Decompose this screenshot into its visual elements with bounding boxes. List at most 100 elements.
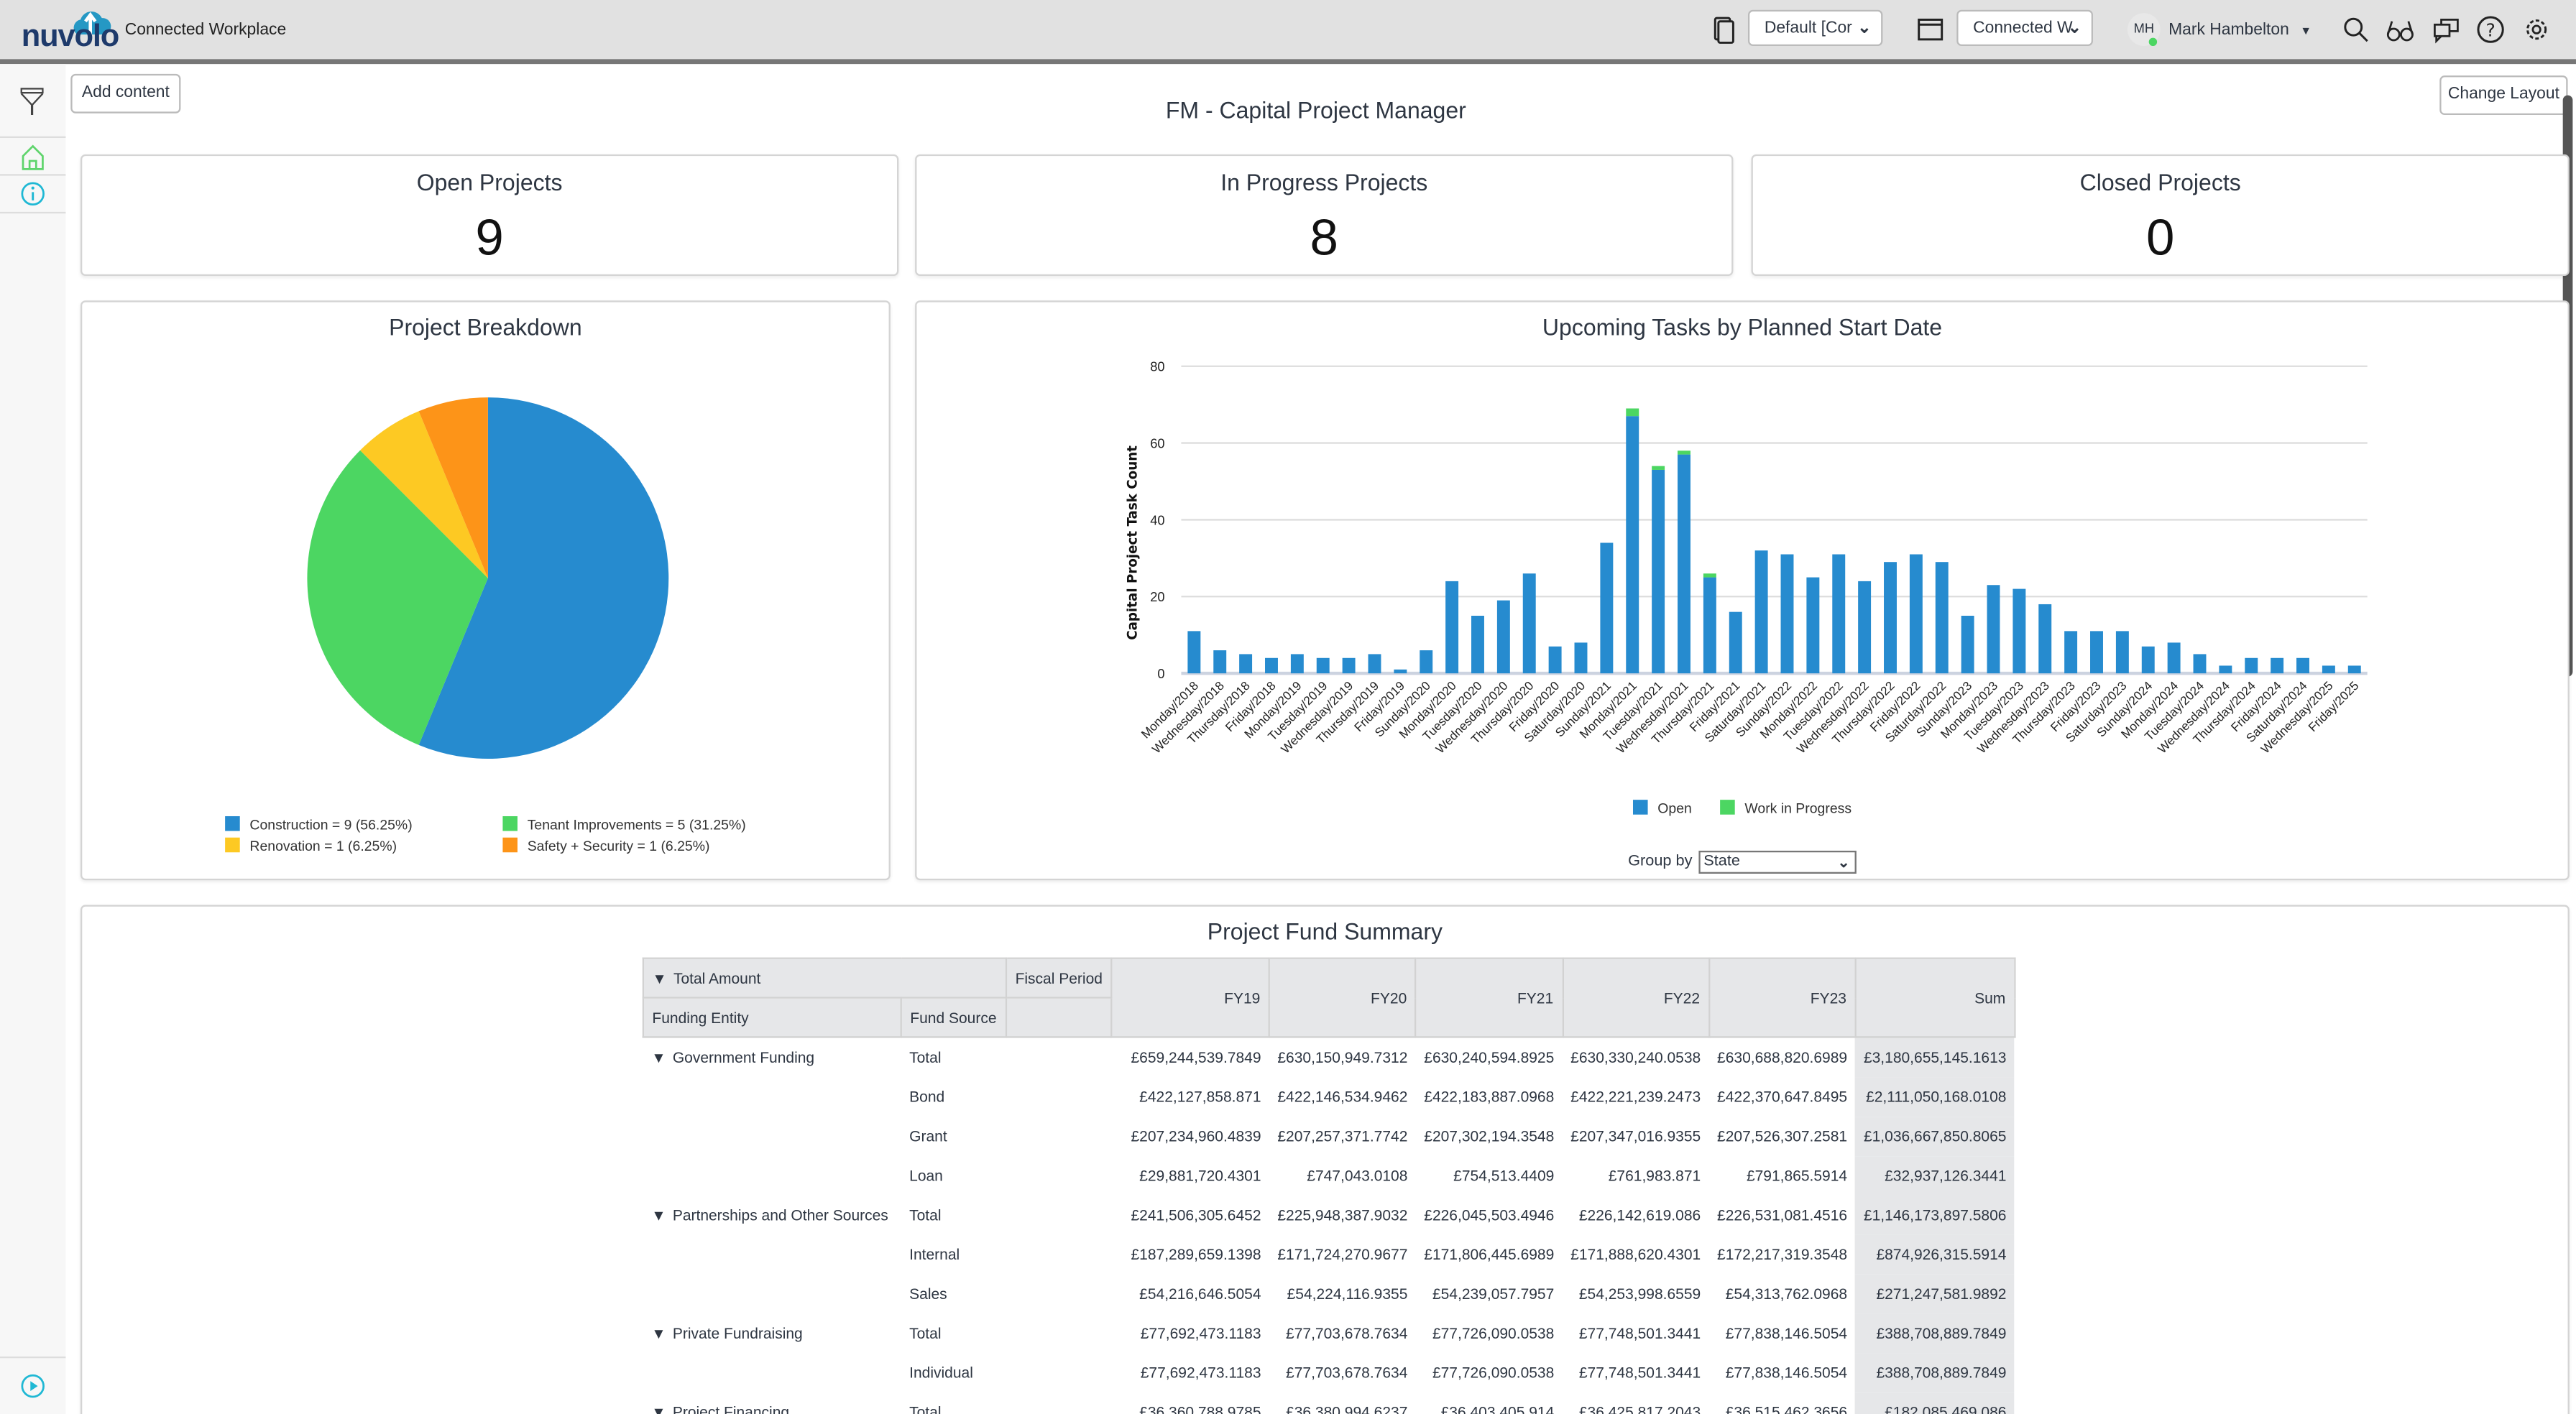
- bar-open[interactable]: [1368, 654, 1381, 674]
- column-header[interactable]: FY19: [1110, 957, 1271, 1038]
- bar-open[interactable]: [1187, 631, 1201, 674]
- collapse-triangle-icon[interactable]: ▼: [651, 1206, 666, 1223]
- funding-entity-cell[interactable]: ▼ Private Fundraising: [643, 1313, 901, 1352]
- funding-entity-cell[interactable]: [643, 1155, 901, 1195]
- bar-open[interactable]: [2193, 654, 2207, 674]
- bar-open[interactable]: [1574, 642, 1588, 674]
- bar-open[interactable]: [1806, 577, 1820, 674]
- bar-open[interactable]: [1600, 542, 1614, 674]
- bar-open[interactable]: [1316, 657, 1330, 674]
- kpi-in-progress-projects[interactable]: In Progress Projects 8: [915, 154, 1734, 276]
- row-dimension-header[interactable]: Fund Source: [900, 997, 1008, 1038]
- domain-select[interactable]: Default [Cor ⌄: [1747, 9, 1883, 46]
- document-stack-icon[interactable]: [1708, 15, 1738, 45]
- bar-open[interactable]: [1678, 454, 1690, 674]
- row-dimension-header[interactable]: Funding Entity: [642, 997, 902, 1038]
- funding-entity-cell[interactable]: [643, 1352, 901, 1392]
- column-dimension-header[interactable]: Fiscal Period: [1005, 957, 1113, 999]
- bar-open[interactable]: [1522, 573, 1536, 674]
- bar-open[interactable]: [1987, 585, 2000, 674]
- bar-open[interactable]: [1626, 416, 1639, 674]
- funding-entity-cell[interactable]: [643, 1274, 901, 1313]
- collapse-triangle-icon[interactable]: ▼: [651, 1049, 666, 1066]
- column-header[interactable]: FY21: [1414, 957, 1563, 1038]
- bar-open[interactable]: [1858, 581, 1872, 674]
- bar-open[interactable]: [1420, 650, 1433, 674]
- change-layout-button[interactable]: Change Layout: [2439, 75, 2568, 115]
- legend-item-open[interactable]: Open: [1632, 800, 1692, 816]
- bar-open[interactable]: [1471, 615, 1484, 674]
- funding-entity-cell[interactable]: [643, 1116, 901, 1155]
- column-header[interactable]: Sum: [1854, 957, 2016, 1038]
- bar-open[interactable]: [2347, 665, 2361, 674]
- bar-open[interactable]: [2090, 631, 2103, 674]
- bar-open[interactable]: [2115, 631, 2129, 674]
- bar-work-in-progress[interactable]: [1652, 466, 1665, 470]
- gear-icon[interactable]: [2522, 15, 2552, 45]
- bar-open[interactable]: [2064, 631, 2078, 674]
- window-icon[interactable]: [1915, 15, 1945, 45]
- legend-item-renovation[interactable]: Renovation = 1 (6.25%): [225, 837, 397, 854]
- collapse-triangle-icon[interactable]: ▼: [651, 1324, 666, 1341]
- bar-open[interactable]: [2322, 665, 2335, 674]
- column-header[interactable]: FY22: [1561, 957, 1710, 1038]
- bar-open[interactable]: [2296, 657, 2309, 674]
- bar-open[interactable]: [1832, 554, 1846, 674]
- bar-open[interactable]: [1961, 615, 1974, 674]
- bar-open[interactable]: [2141, 646, 2155, 674]
- bar-open[interactable]: [2038, 604, 2052, 674]
- bar-open[interactable]: [1909, 554, 1923, 674]
- bar-open[interactable]: [1754, 550, 1768, 674]
- user-menu[interactable]: Mark Hambelton ▼: [2168, 22, 2312, 40]
- measure-header[interactable]: ▼ Total Amount: [642, 957, 1008, 999]
- bar-open[interactable]: [2167, 642, 2181, 674]
- column-header[interactable]: FY20: [1268, 957, 1417, 1038]
- legend-item-tenant-improvements[interactable]: Tenant Improvements = 5 (31.25%): [502, 815, 746, 833]
- bar-open[interactable]: [1548, 646, 1562, 674]
- application-select[interactable]: Connected W ⌄: [1956, 9, 2093, 46]
- legend-item-safety-security[interactable]: Safety + Security = 1 (6.25%): [502, 837, 709, 854]
- bar-open[interactable]: [1703, 577, 1716, 674]
- glasses-icon[interactable]: [2386, 15, 2415, 45]
- funding-entity-cell[interactable]: ▼ Partnerships and Other Sources: [643, 1195, 901, 1234]
- bar-work-in-progress[interactable]: [1703, 573, 1716, 578]
- funding-entity-cell[interactable]: ▼ Government Funding: [643, 1037, 901, 1076]
- bar-open[interactable]: [1342, 657, 1356, 674]
- chat-icon[interactable]: [2432, 15, 2461, 45]
- column-header[interactable]: FY23: [1708, 957, 1857, 1038]
- logo[interactable]: nuvolo: [22, 19, 120, 55]
- bar-open[interactable]: [1445, 581, 1459, 674]
- play-icon[interactable]: [19, 1373, 46, 1400]
- bar-work-in-progress[interactable]: [1678, 450, 1690, 455]
- search-icon[interactable]: [2341, 15, 2370, 45]
- bar-open[interactable]: [1884, 562, 1897, 674]
- funding-entity-cell[interactable]: ▼ Project Financing: [643, 1392, 901, 1414]
- legend-item-construction[interactable]: Construction = 9 (56.25%): [225, 815, 413, 833]
- bar-open[interactable]: [1290, 654, 1304, 674]
- help-icon[interactable]: ?: [2476, 15, 2506, 45]
- bar-open[interactable]: [2245, 657, 2258, 674]
- bar-open[interactable]: [1729, 611, 1742, 674]
- bar-open[interactable]: [1239, 654, 1253, 674]
- bar-open[interactable]: [1496, 600, 1510, 674]
- bar-open[interactable]: [2012, 588, 2026, 674]
- bar-open[interactable]: [1935, 562, 1949, 674]
- collapse-triangle-icon[interactable]: ▼: [651, 1403, 666, 1414]
- funding-entity-cell[interactable]: [643, 1076, 901, 1116]
- bar-open[interactable]: [2219, 665, 2232, 674]
- bar-open[interactable]: [2271, 657, 2284, 674]
- home-icon[interactable]: [19, 143, 46, 171]
- bar-open[interactable]: [1394, 669, 1407, 674]
- bar-work-in-progress[interactable]: [1626, 408, 1639, 417]
- collapse-triangle-icon[interactable]: ▼: [652, 970, 666, 986]
- group-by-select[interactable]: State ⌄: [1698, 850, 1857, 874]
- bar-open[interactable]: [1652, 469, 1665, 674]
- legend-item-work-in-progress[interactable]: Work in Progress: [1720, 800, 1852, 816]
- kpi-open-projects[interactable]: Open Projects 9: [80, 154, 899, 276]
- bar-open[interactable]: [1213, 650, 1227, 674]
- funding-entity-cell[interactable]: [643, 1234, 901, 1274]
- bar-open[interactable]: [1780, 554, 1794, 674]
- kpi-closed-projects[interactable]: Closed Projects 0: [1751, 154, 2570, 276]
- info-icon[interactable]: [19, 180, 46, 207]
- bar-open[interactable]: [1265, 657, 1278, 674]
